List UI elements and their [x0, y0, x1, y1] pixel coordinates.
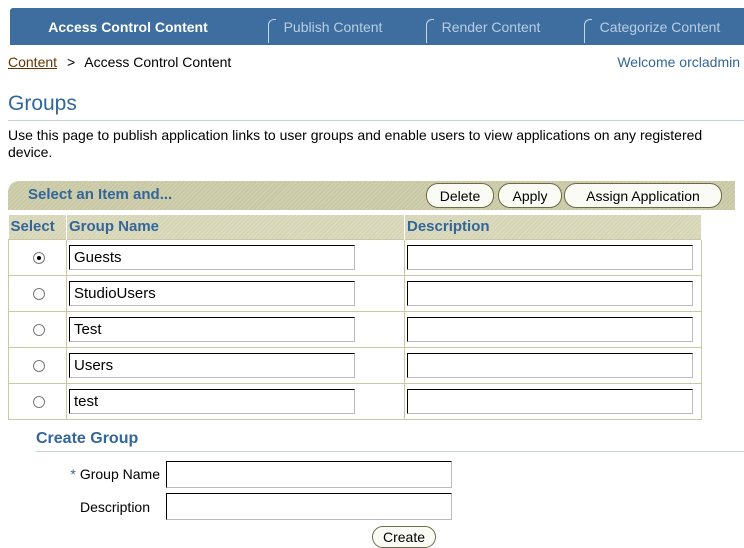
select-cell — [8, 346, 67, 384]
row-select-radio[interactable] — [32, 324, 45, 337]
new-group-description-input[interactable] — [166, 493, 452, 520]
table-row: Guests — [8, 238, 702, 276]
group-name-cell: test — [66, 382, 405, 420]
description-label: Description — [79, 499, 150, 515]
table-header-row: Select Group Name Description — [8, 215, 702, 239]
column-header-select: Select — [8, 215, 67, 239]
action-bar: Select an Item and... Delete Apply Assig… — [8, 181, 735, 210]
group-name-input[interactable]: Guests — [69, 244, 355, 270]
page-instructions: Use this page to publish application lin… — [8, 127, 703, 160]
groups-table: Select Group Name Description Guests Stu… — [8, 215, 702, 420]
description-input[interactable] — [407, 316, 693, 342]
group-name-input[interactable]: Users — [69, 352, 355, 378]
page-title: Groups — [8, 92, 77, 115]
welcome-text: Welcome orcladmin — [617, 54, 740, 70]
breadcrumb-separator: > — [66, 54, 76, 70]
description-cell — [404, 382, 702, 420]
group-name-cell: Users — [66, 346, 405, 384]
row-select-radio[interactable] — [32, 360, 45, 373]
group-name-input[interactable]: Test — [69, 316, 355, 342]
row-select-radio[interactable] — [32, 252, 45, 265]
create-button[interactable]: Create — [372, 526, 436, 548]
tab-label: Categorize Content — [599, 18, 721, 35]
table-row: StudioUsers — [8, 274, 702, 312]
tab-access-control-content[interactable]: Access Control Content — [10, 8, 246, 45]
action-bar-label: Select an Item and... — [28, 186, 173, 203]
column-header-group-name: Group Name — [66, 215, 405, 239]
tab-publish-content[interactable]: Publish Content — [246, 8, 404, 45]
description-cell — [404, 238, 702, 276]
tab-categorize-content[interactable]: Categorize Content — [562, 8, 742, 45]
row-select-radio[interactable] — [32, 288, 45, 301]
select-cell — [8, 238, 67, 276]
tab-bar: Access Control Content Publish Content R… — [10, 8, 744, 45]
tab-label: Render Content — [441, 18, 541, 35]
breadcrumb: Content > Access Control Content — [8, 54, 231, 70]
select-cell — [8, 274, 67, 312]
group-name-cell: Test — [66, 310, 405, 348]
table-row: Test — [8, 310, 702, 348]
tab-separator — [267, 19, 276, 43]
tab-render-content[interactable]: Render Content — [404, 8, 562, 45]
assign-application-button[interactable]: Assign Application — [564, 183, 722, 208]
description-cell — [404, 310, 702, 348]
group-name-input[interactable]: StudioUsers — [69, 280, 355, 306]
create-group-heading: Create Group — [36, 430, 139, 447]
table-row: Users — [8, 346, 702, 384]
group-name-cell: Guests — [66, 238, 405, 276]
tab-separator — [583, 19, 592, 43]
required-marker: * — [70, 466, 76, 482]
description-input[interactable] — [407, 352, 693, 378]
group-name-cell: StudioUsers — [66, 274, 405, 312]
delete-button[interactable]: Delete — [426, 183, 494, 208]
tab-label: Access Control Content — [48, 18, 208, 35]
group-name-input[interactable]: test — [69, 388, 355, 414]
description-cell — [404, 346, 702, 384]
description-input[interactable] — [407, 388, 693, 414]
description-input[interactable] — [407, 280, 693, 306]
title-divider — [8, 120, 744, 121]
column-header-description: Description — [404, 215, 702, 239]
tab-label: Publish Content — [283, 18, 383, 35]
new-group-name-input[interactable] — [166, 461, 452, 488]
tab-separator — [425, 19, 434, 43]
select-cell — [8, 382, 67, 420]
breadcrumb-current: Access Control Content — [84, 54, 232, 70]
description-cell — [404, 274, 702, 312]
table-row: test — [8, 382, 702, 420]
breadcrumb-content-link[interactable]: Content — [8, 54, 57, 70]
group-name-label: * Group Name — [36, 466, 160, 482]
apply-button[interactable]: Apply — [498, 183, 562, 208]
description-input[interactable] — [407, 244, 693, 270]
select-cell — [8, 310, 67, 348]
create-group-divider — [36, 451, 744, 452]
row-select-radio[interactable] — [32, 396, 45, 409]
group-name-label-text: Group Name — [79, 466, 160, 482]
